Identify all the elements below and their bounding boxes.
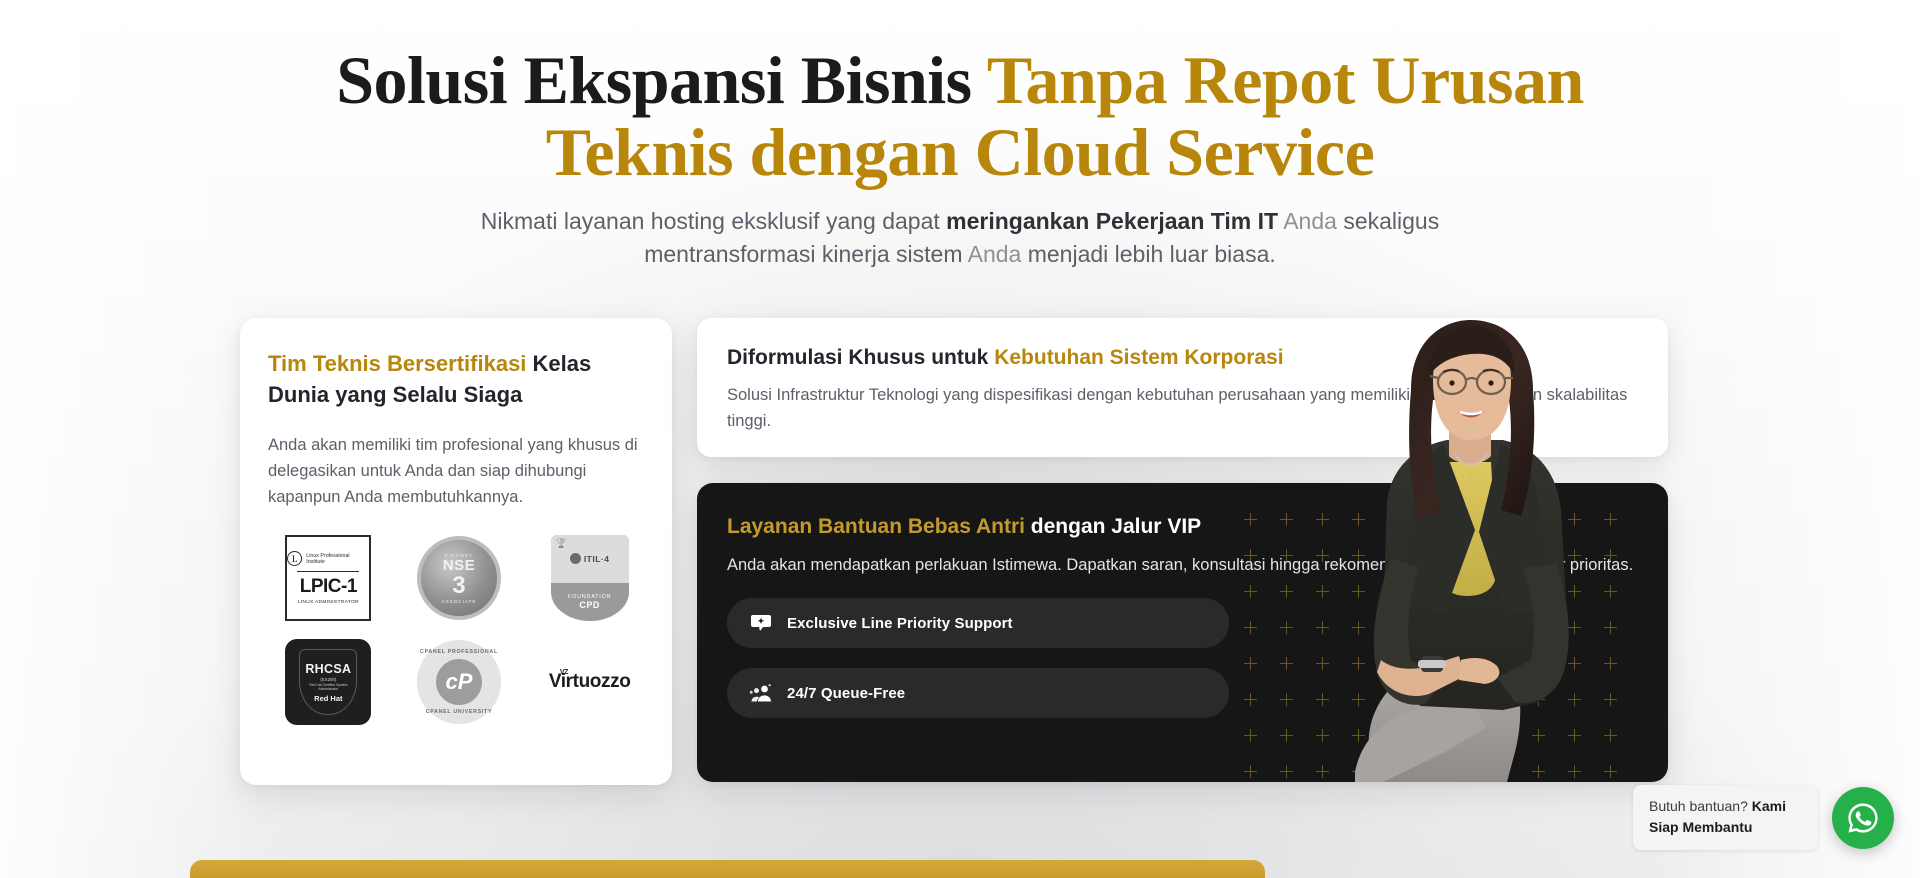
itil-subtitle: CPD (579, 599, 600, 610)
whatsapp-icon (1848, 802, 1878, 833)
whatsapp-button[interactable] (1832, 786, 1894, 849)
hero-subtitle-strong1: meringankan Pekerjaan Tim IT (946, 208, 1279, 234)
nse-title: NSE (442, 556, 476, 574)
group-people-icon (749, 682, 773, 704)
rhcsa-title: RHCSA (305, 661, 352, 676)
rhcsa-shield-icon: RHCSA (EX200) Red Hat Certified System A… (299, 649, 358, 715)
badge-lpic-1: L Linux Professional Institute LPIC-1 LI… (268, 532, 389, 624)
rhcsa-code: (EX200) (320, 676, 337, 682)
vip-support-card: Layanan Bantuan Bebas Antri dengan Jalur… (697, 483, 1668, 782)
certified-team-card: Tim Teknis Bersertifikasi Kelas Dunia ya… (240, 318, 672, 785)
vip-support-body: Anda akan mendapatkan perlakuan Istimewa… (727, 556, 1634, 574)
certified-team-body: Anda akan memiliki tim profesional yang … (268, 436, 638, 506)
rhcsa-desc: Red Hat Certified System Administrator (309, 682, 348, 691)
pill-exclusive-line-priority-support[interactable]: Exclusive Line Priority Support (727, 598, 1229, 648)
corporate-needs-title: Diformulasi Khusus untuk Kebutuhan Siste… (727, 344, 1638, 372)
corporate-needs-body: Solusi Infrastruktur Teknologi yang disp… (727, 386, 1628, 430)
hero-subtitle-l2c: menjadi lebih luar biasa. (1021, 241, 1276, 267)
corporate-needs-card: Diformulasi Khusus untuk Kebutuhan Siste… (697, 318, 1668, 457)
hero-subtitle-l1a: Nikmati layanan hosting eksklusif yang d… (480, 208, 947, 234)
certified-team-title-gold: Tim Teknis Bersertifikasi (268, 351, 527, 376)
badge-virtuozzo: VZ Virtuozzo (529, 636, 650, 728)
hero-subtitle-l1d: sekaligus (1336, 208, 1440, 234)
certification-badge-grid: L Linux Professional Institute LPIC-1 LI… (268, 532, 650, 728)
lpic-org-label: Linux Professional Institute (306, 552, 350, 565)
whatsapp-tooltip: Butuh bantuan? Kami Siap Membantu (1633, 785, 1818, 850)
nse-level: 3 (452, 571, 466, 599)
lpic-title: LPIC-1 (299, 576, 358, 597)
promo-banner-peek[interactable] (190, 860, 1265, 878)
hero-subtitle: Nikmati layanan hosting eksklusif yang d… (0, 205, 1920, 271)
page-title-plain: Solusi Ekspansi Bisnis (336, 42, 987, 118)
vip-support-title-white: dengan Jalur VIP (1024, 515, 1202, 538)
virtuozzo-logo: VZ Virtuozzo (549, 669, 631, 693)
hero-subtitle-l2a: mentransformasi kinerja sistem (644, 241, 968, 267)
whatsapp-widget[interactable]: Butuh bantuan? Kami Siap Membantu (1633, 785, 1894, 850)
itil-title: ITIL·4 (583, 553, 610, 564)
badge-fortinet-nse-3: F RTINET NSE 3 ASSOCIATE (399, 532, 520, 624)
lpic-subtitle: LINUX ADMINISTRATOR (297, 600, 359, 605)
cpanel-arc-top: CPANEL PROFESSIONAL (420, 649, 498, 655)
badge-itil-4: 🏆 ITIL·4 FOUNDATION CPD (529, 532, 650, 624)
cpanel-arc-bottom: CPANEL UNIVERSITY (425, 709, 493, 715)
badge-rhcsa: RHCSA (EX200) Red Hat Certified System A… (268, 636, 389, 728)
page-title: Solusi Ekspansi Bisnis Tanpa Repot Urusa… (270, 0, 1650, 188)
pill-label: 24/7 Queue-Free (787, 684, 906, 702)
vip-support-title: Layanan Bantuan Bebas Antri dengan Jalur… (727, 513, 1638, 541)
lpic-badge-icon: L Linux Professional Institute LPIC-1 LI… (285, 535, 372, 621)
corporate-needs-title-gold: Kebutuhan Sistem Korporasi (994, 346, 1284, 369)
virtuozzo-sup: VZ (559, 669, 569, 676)
cpanel-badge-icon: CPANEL PROFESSIONAL cP CPANEL UNIVERSITY (416, 640, 501, 724)
hero-section: Solusi Ekspansi Bisnis Tanpa Repot Urusa… (0, 0, 1920, 271)
pill-label: Exclusive Line Priority Support (787, 614, 1013, 632)
badge-cpanel: CPANEL PROFESSIONAL cP CPANEL UNIVERSITY (399, 636, 520, 728)
corporate-needs-title-dark: Diformulasi Khusus untuk (727, 346, 995, 369)
itil-badge-icon: 🏆 ITIL·4 FOUNDATION CPD (550, 535, 629, 621)
whatsapp-tooltip-normal: Butuh bantuan? (1649, 798, 1752, 814)
nse-subtitle: ASSOCIATE (441, 598, 477, 604)
nse-badge-icon: F RTINET NSE 3 ASSOCIATE (416, 536, 501, 620)
lpi-circle-icon: L (287, 551, 303, 566)
cpanel-mark: cP (435, 659, 482, 705)
pill-24-7-queue-free[interactable]: 24/7 Queue-Free (727, 668, 1229, 718)
rhcsa-badge-icon: RHCSA (EX200) Red Hat Certified System A… (285, 639, 372, 725)
nse-brand: F RTINET (444, 552, 474, 558)
itil-mark-icon (569, 553, 581, 565)
rhcsa-brand: Red Hat (314, 693, 343, 703)
sparkle-chat-icon (749, 612, 773, 634)
vip-support-title-gold: Layanan Bantuan Bebas Antri (727, 515, 1025, 538)
trophy-icon: 🏆 (555, 538, 567, 548)
certified-team-title: Tim Teknis Bersertifikasi Kelas Dunia ya… (268, 348, 644, 410)
hero-subtitle-l2b: Anda (967, 241, 1022, 267)
hero-subtitle-l1c: Anda (1278, 208, 1337, 234)
